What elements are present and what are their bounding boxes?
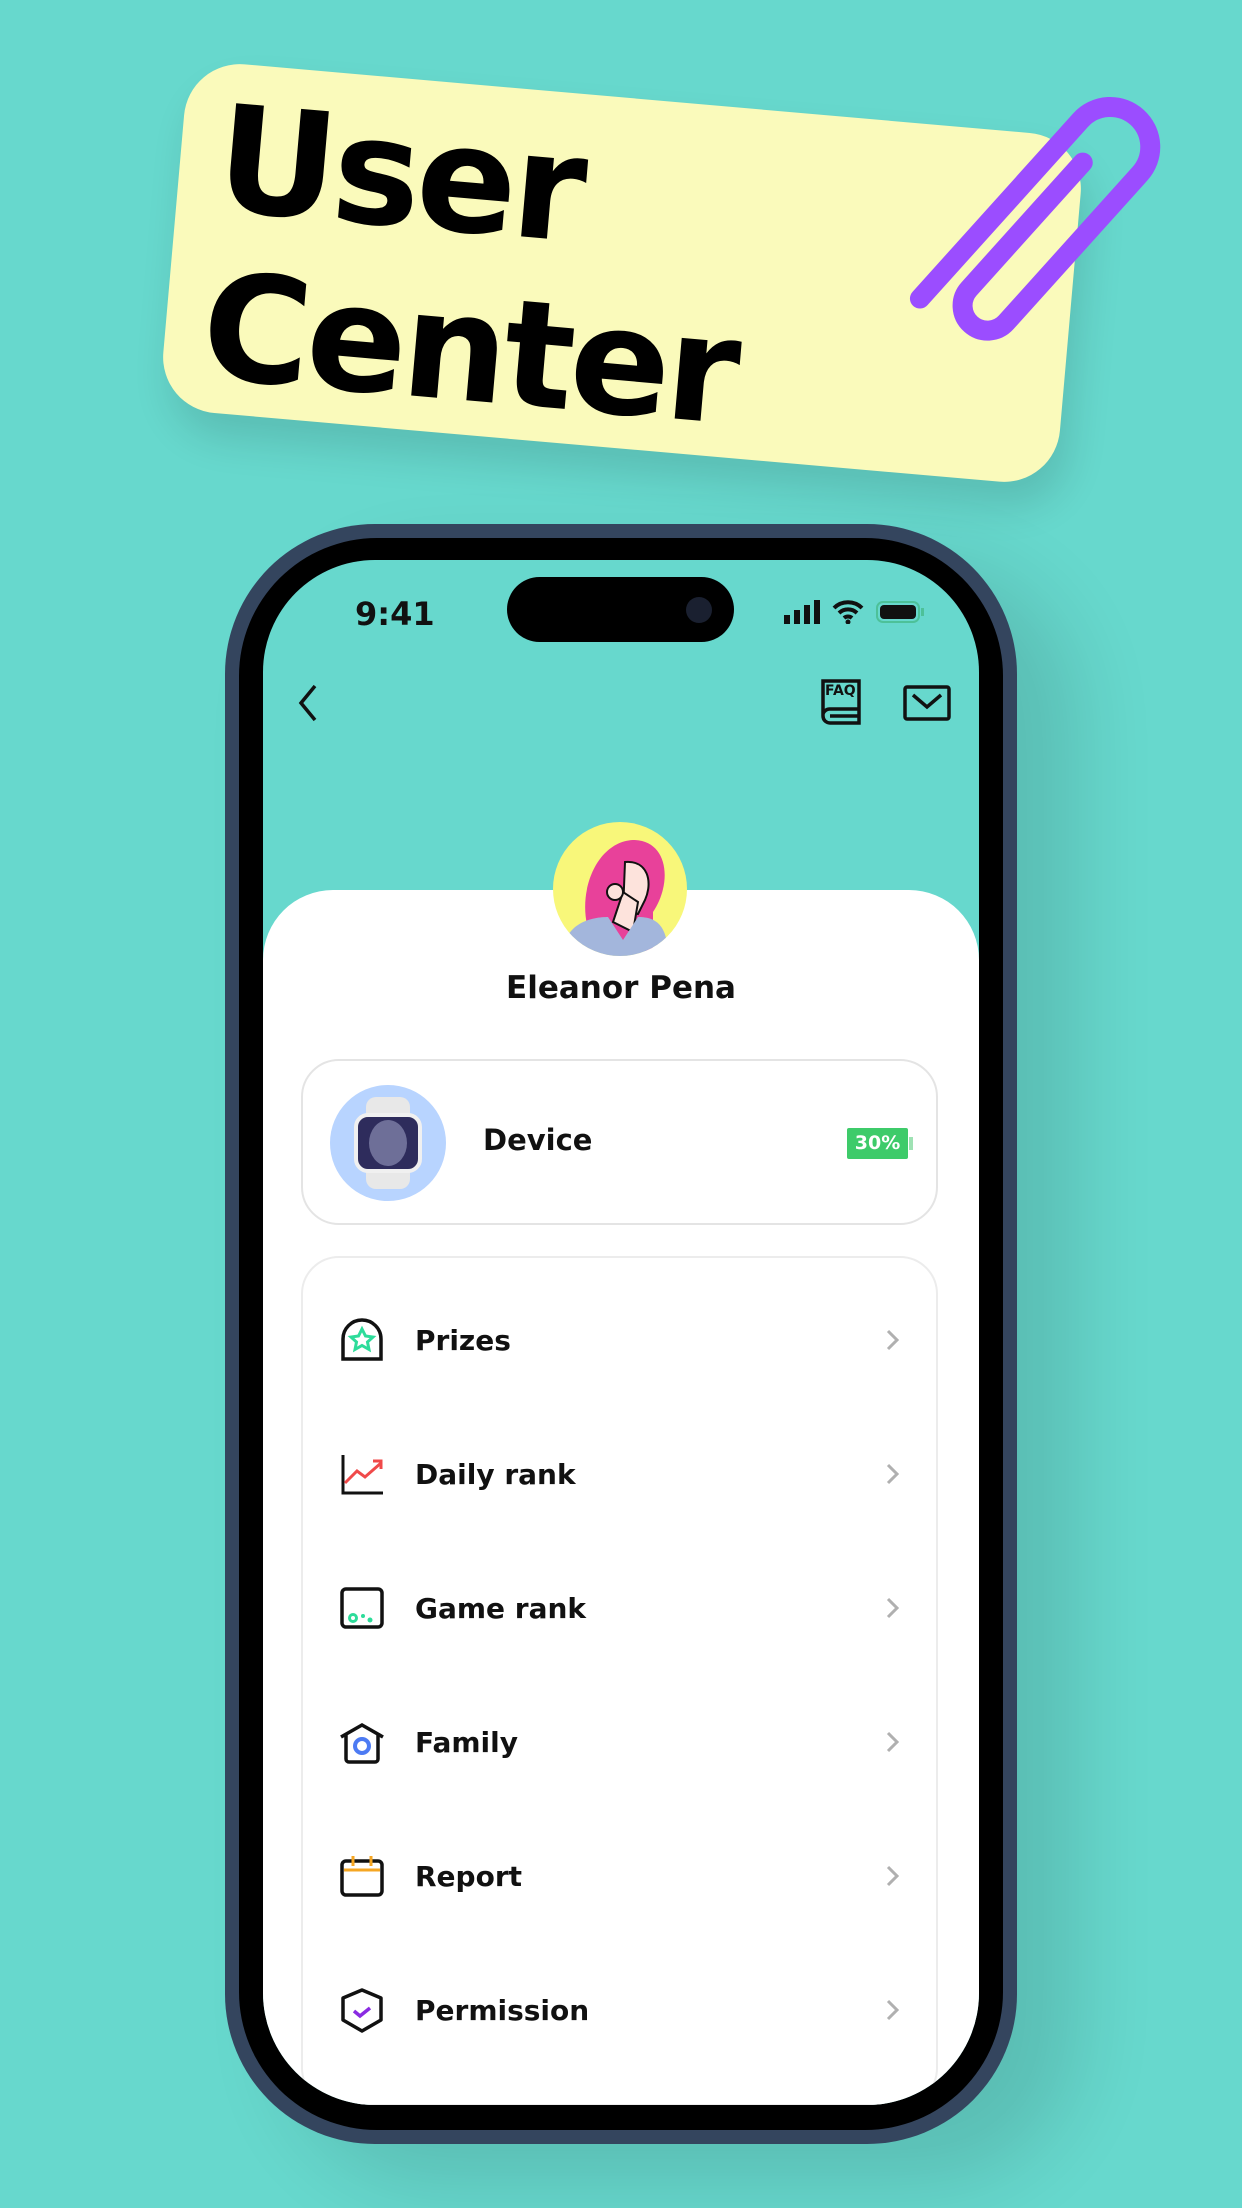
- paperclip-icon: [909, 97, 1161, 341]
- status-icons: [784, 600, 924, 624]
- device-label: Device: [483, 1123, 593, 1157]
- signal-icon: [784, 600, 820, 624]
- menu-item-label: Prizes: [415, 1323, 511, 1357]
- menu-item-permission[interactable]: Permission: [303, 1965, 936, 2055]
- menu-list: Prizes Daily rank Game rank Family Repor…: [301, 1256, 938, 2105]
- poster: User Center 9:41 FAQ Eleanor Pena Device …: [0, 0, 1242, 2208]
- dynamic-island: [507, 577, 734, 642]
- faq-button[interactable]: FAQ: [820, 678, 862, 726]
- menu-item-label: Game rank: [415, 1591, 587, 1625]
- menu-item-prizes[interactable]: Prizes: [303, 1295, 936, 1385]
- content-sheet: Eleanor Pena Device 30% Prizes Daily ran…: [263, 890, 979, 2105]
- shield-check-icon: [341, 1988, 383, 2033]
- chevron-right-icon: [886, 1865, 900, 1887]
- menu-item-family[interactable]: Family: [303, 1697, 936, 1787]
- chevron-right-icon: [886, 1329, 900, 1351]
- phone-screen: 9:41 FAQ Eleanor Pena Device 30% Prizes …: [263, 560, 979, 2105]
- menu-item-report[interactable]: Report: [303, 1831, 936, 1921]
- status-time: 9:41: [355, 595, 435, 633]
- chevron-right-icon: [886, 1731, 900, 1753]
- menu-item-label: Family: [415, 1725, 519, 1759]
- device-card[interactable]: Device 30%: [301, 1059, 938, 1225]
- faq-label: FAQ: [825, 683, 856, 699]
- chevron-right-icon: [886, 1463, 900, 1485]
- trend-chart-icon: [341, 1455, 383, 1495]
- profile-name: Eleanor Pena: [506, 970, 736, 1006]
- wifi-icon: [832, 600, 864, 624]
- menu-item-daily-rank[interactable]: Daily rank: [303, 1429, 936, 1519]
- prize-star-icon: [341, 1318, 383, 1361]
- menu-item-label: Permission: [415, 1993, 590, 2027]
- battery-badge: 30%: [847, 1128, 913, 1159]
- chevron-right-icon: [886, 1597, 900, 1619]
- game-icon: [340, 1587, 384, 1629]
- menu-item-label: Report: [415, 1859, 523, 1893]
- back-chevron-icon[interactable]: [293, 682, 323, 724]
- banner-title: User Center: [196, 73, 758, 458]
- calendar-icon: [340, 1856, 384, 1897]
- menu-item-game-rank[interactable]: Game rank: [303, 1563, 936, 1653]
- home-icon: [340, 1722, 384, 1764]
- avatar[interactable]: [553, 822, 687, 956]
- top-nav: FAQ: [263, 678, 979, 728]
- battery-icon: [876, 601, 924, 623]
- mail-icon[interactable]: [903, 685, 951, 721]
- smartwatch-icon: [330, 1085, 446, 1201]
- menu-item-label: Daily rank: [415, 1457, 576, 1491]
- chevron-right-icon: [886, 1999, 900, 2021]
